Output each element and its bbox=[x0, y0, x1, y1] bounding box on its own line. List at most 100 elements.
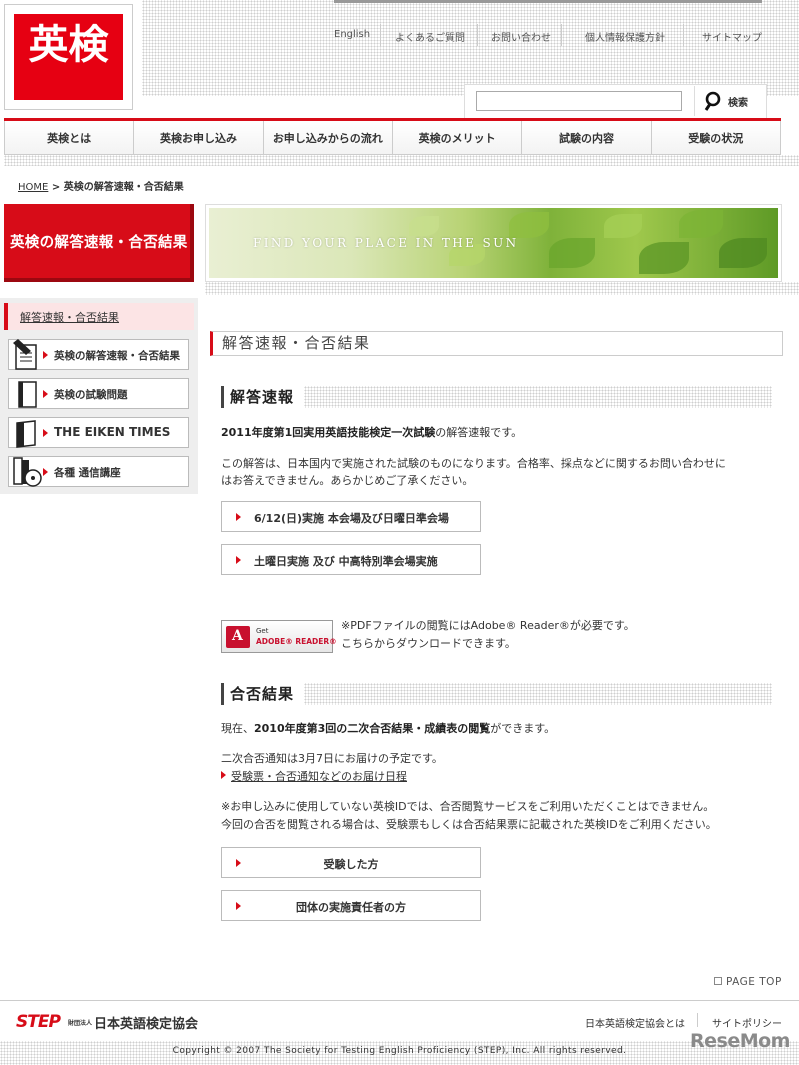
results-schedule-link[interactable]: 受験票・合否通知などのお届け日程 bbox=[231, 770, 407, 783]
adobe-note-1: ※PDFファイルの閲覧にはAdobe® Reader®が必要です。 bbox=[341, 619, 635, 632]
sidebar-item-label: 各種 通信講座 bbox=[54, 467, 121, 479]
results-notice: 二次合否通知は3月7日にお届けの予定です。 bbox=[221, 752, 443, 765]
get-adobe-reader-button[interactable]: A Get ADOBE® READER® bbox=[221, 620, 337, 653]
util-link-english[interactable]: English bbox=[334, 29, 370, 40]
book-icon bbox=[18, 381, 37, 408]
button-label: 受験した方 bbox=[323, 858, 379, 871]
results-intro: 現在、2010年度第3回の二次合否結果・成績表の閲覧ができます。 bbox=[221, 720, 555, 738]
page-title: 英検の解答速報・合否結果 bbox=[4, 204, 194, 282]
section-title: 解答速報・合否結果 bbox=[210, 331, 783, 356]
search-divider bbox=[694, 86, 695, 116]
sidebar-item-exam-questions[interactable]: 英検の試験問題 bbox=[8, 378, 189, 409]
footer-divider bbox=[0, 1000, 799, 1001]
answers-note-1: この解答は、日本国内で実施された試験のものになります。合格率、採点などに関するお… bbox=[221, 457, 726, 470]
util-link-privacy[interactable]: 個人情報保護方針 bbox=[585, 29, 665, 44]
footer-link-about[interactable]: 日本英語検定協会とは bbox=[585, 1015, 685, 1030]
search-button[interactable]: 検索 bbox=[704, 91, 754, 111]
results-button-examinee[interactable]: 受験した方 bbox=[221, 847, 481, 878]
results-heading-text: 合否結果 bbox=[230, 685, 295, 703]
arrow-icon bbox=[43, 390, 48, 398]
books-cd-icon bbox=[13, 457, 42, 487]
sidebar-item-label: THE EIKEN TIMES bbox=[54, 425, 171, 439]
util-separator bbox=[561, 24, 562, 46]
nav-item-merit[interactable]: 英検のメリット bbox=[392, 121, 523, 154]
nav-item-content[interactable]: 試験の内容 bbox=[522, 121, 652, 154]
breadcrumb-separator: > bbox=[51, 182, 61, 193]
sidebar-item-answers[interactable]: 英検の解答速報・合否結果 bbox=[8, 339, 189, 370]
pencil-icon bbox=[13, 339, 37, 370]
util-separator bbox=[477, 24, 478, 46]
org-name: 財団法人 日本英語検定協会 bbox=[68, 1013, 198, 1032]
adobe-icon: A bbox=[226, 626, 250, 648]
results-warning-2: 今回の合否を閲覧される場合は、受験票もしくは合否結果票に記載された英検IDをご利… bbox=[221, 818, 717, 831]
arrow-icon bbox=[236, 513, 241, 521]
arrow-icon bbox=[43, 351, 48, 359]
newspaper-icon bbox=[16, 420, 36, 448]
results-heading: 合否結果 bbox=[221, 683, 772, 705]
nav-item-flow[interactable]: お申し込みからの流れ bbox=[263, 121, 393, 154]
watermark: ReseMom bbox=[690, 1030, 790, 1052]
copyright: Copyright © 2007 The Society for Testing… bbox=[172, 1046, 627, 1056]
button-label: 土曜日実施 及び 中高特別準会場実施 bbox=[254, 555, 438, 568]
breadcrumb-home[interactable]: HOME bbox=[18, 182, 48, 193]
org-type: 財団法人 bbox=[68, 1020, 93, 1027]
hero-banner: FIND YOUR PLACE IN THE SUN bbox=[205, 204, 782, 282]
global-nav: 英検とは 英検お申し込み お申し込みからの流れ 英検のメリット 試験の内容 受験… bbox=[4, 121, 781, 155]
sidebar-item-active[interactable]: 解答速報・合否結果 bbox=[4, 303, 194, 330]
answers-button-saturday[interactable]: 土曜日実施 及び 中高特別準会場実施 bbox=[221, 544, 481, 575]
arrow-icon bbox=[43, 429, 48, 437]
sidebar-item-label: 英検の試験問題 bbox=[54, 389, 128, 401]
hero-image: FIND YOUR PLACE IN THE SUN bbox=[209, 208, 778, 278]
util-separator bbox=[380, 24, 381, 46]
step-logo[interactable]: STEP bbox=[16, 1012, 61, 1032]
results-button-group[interactable]: 団体の実施責任者の方 bbox=[221, 890, 481, 921]
search-button-label: 検索 bbox=[728, 98, 748, 109]
nav-item-apply[interactable]: 英検お申し込み bbox=[134, 121, 264, 154]
footer-separator bbox=[697, 1013, 698, 1027]
answers-heading-text: 解答速報 bbox=[230, 388, 295, 406]
heading-pattern bbox=[304, 386, 772, 408]
sidebar-item-courses[interactable]: 各種 通信講座 bbox=[8, 456, 189, 487]
eiken-logo[interactable]: 英検 bbox=[14, 14, 123, 100]
answers-heading: 解答速報 bbox=[221, 386, 772, 408]
util-separator bbox=[683, 24, 684, 46]
util-link-sitemap[interactable]: サイトマップ bbox=[702, 29, 762, 44]
adobe-reader-label: ADOBE® READER® bbox=[256, 637, 337, 646]
answers-intro-rest: の解答速報です。 bbox=[435, 426, 523, 439]
answers-button-sunday[interactable]: 6/12(日)実施 本会場及び日曜日準会場 bbox=[221, 501, 481, 532]
results-warning-1: ※お申し込みに使用していない英検IDでは、合否閲覧サービスをご利用いただくことは… bbox=[221, 800, 715, 813]
search-icon bbox=[704, 91, 721, 111]
button-label: 6/12(日)実施 本会場及び日曜日準会場 bbox=[254, 512, 449, 525]
heading-pattern bbox=[304, 683, 772, 705]
breadcrumb-current: 英検の解答速報・合否結果 bbox=[63, 182, 184, 193]
arrow-icon bbox=[221, 771, 226, 779]
util-link-contact[interactable]: お問い合わせ bbox=[491, 29, 551, 44]
adobe-note-2: こちらからダウンロードできます。 bbox=[341, 637, 516, 650]
sidebar-item-label: 英検の解答速報・合否結果 bbox=[54, 350, 180, 362]
org-name-text: 日本英語検定協会 bbox=[94, 1017, 199, 1032]
page-top-link[interactable]: PAGE TOP bbox=[714, 976, 782, 988]
search-input[interactable] bbox=[476, 91, 682, 111]
results-intro-post: ができます。 bbox=[490, 722, 556, 735]
footer-link-policy[interactable]: サイトポリシー bbox=[712, 1015, 782, 1030]
arrow-icon bbox=[236, 556, 241, 564]
util-link-faq[interactable]: よくあるご質問 bbox=[395, 29, 465, 44]
results-intro-pre: 現在、 bbox=[221, 722, 254, 735]
nav-item-status[interactable]: 受験の状況 bbox=[651, 121, 780, 154]
answers-intro-bold: 2011年度第1回実用英語技能検定一次試験 bbox=[221, 426, 436, 439]
answers-note-2: はお答えできません。あらかじめご了承ください。 bbox=[221, 474, 474, 487]
results-intro-bold: 2010年度第3回の二次合否結果・成績表の閲覧 bbox=[254, 722, 491, 735]
sidebar-active-label: 解答速報・合否結果 bbox=[20, 311, 119, 324]
nav-item-about[interactable]: 英検とは bbox=[5, 121, 135, 154]
sidebar-item-eiken-times[interactable]: THE EIKEN TIMES bbox=[8, 417, 189, 448]
adobe-get-label: Get bbox=[256, 627, 269, 635]
arrow-icon bbox=[43, 468, 48, 476]
answers-intro: 2011年度第1回実用英語技能検定一次試験の解答速報です。 bbox=[221, 424, 522, 442]
page-top-label: PAGE TOP bbox=[726, 976, 782, 988]
results-schedule: 受験票・合否通知などのお届け日程 bbox=[221, 768, 407, 786]
hero-shadow bbox=[205, 282, 799, 295]
button-label: 団体の実施責任者の方 bbox=[296, 901, 406, 914]
breadcrumb: HOME > 英検の解答速報・合否結果 bbox=[18, 178, 184, 193]
hero-tagline: FIND YOUR PLACE IN THE SUN bbox=[253, 236, 519, 250]
utility-bar bbox=[334, 0, 762, 3]
